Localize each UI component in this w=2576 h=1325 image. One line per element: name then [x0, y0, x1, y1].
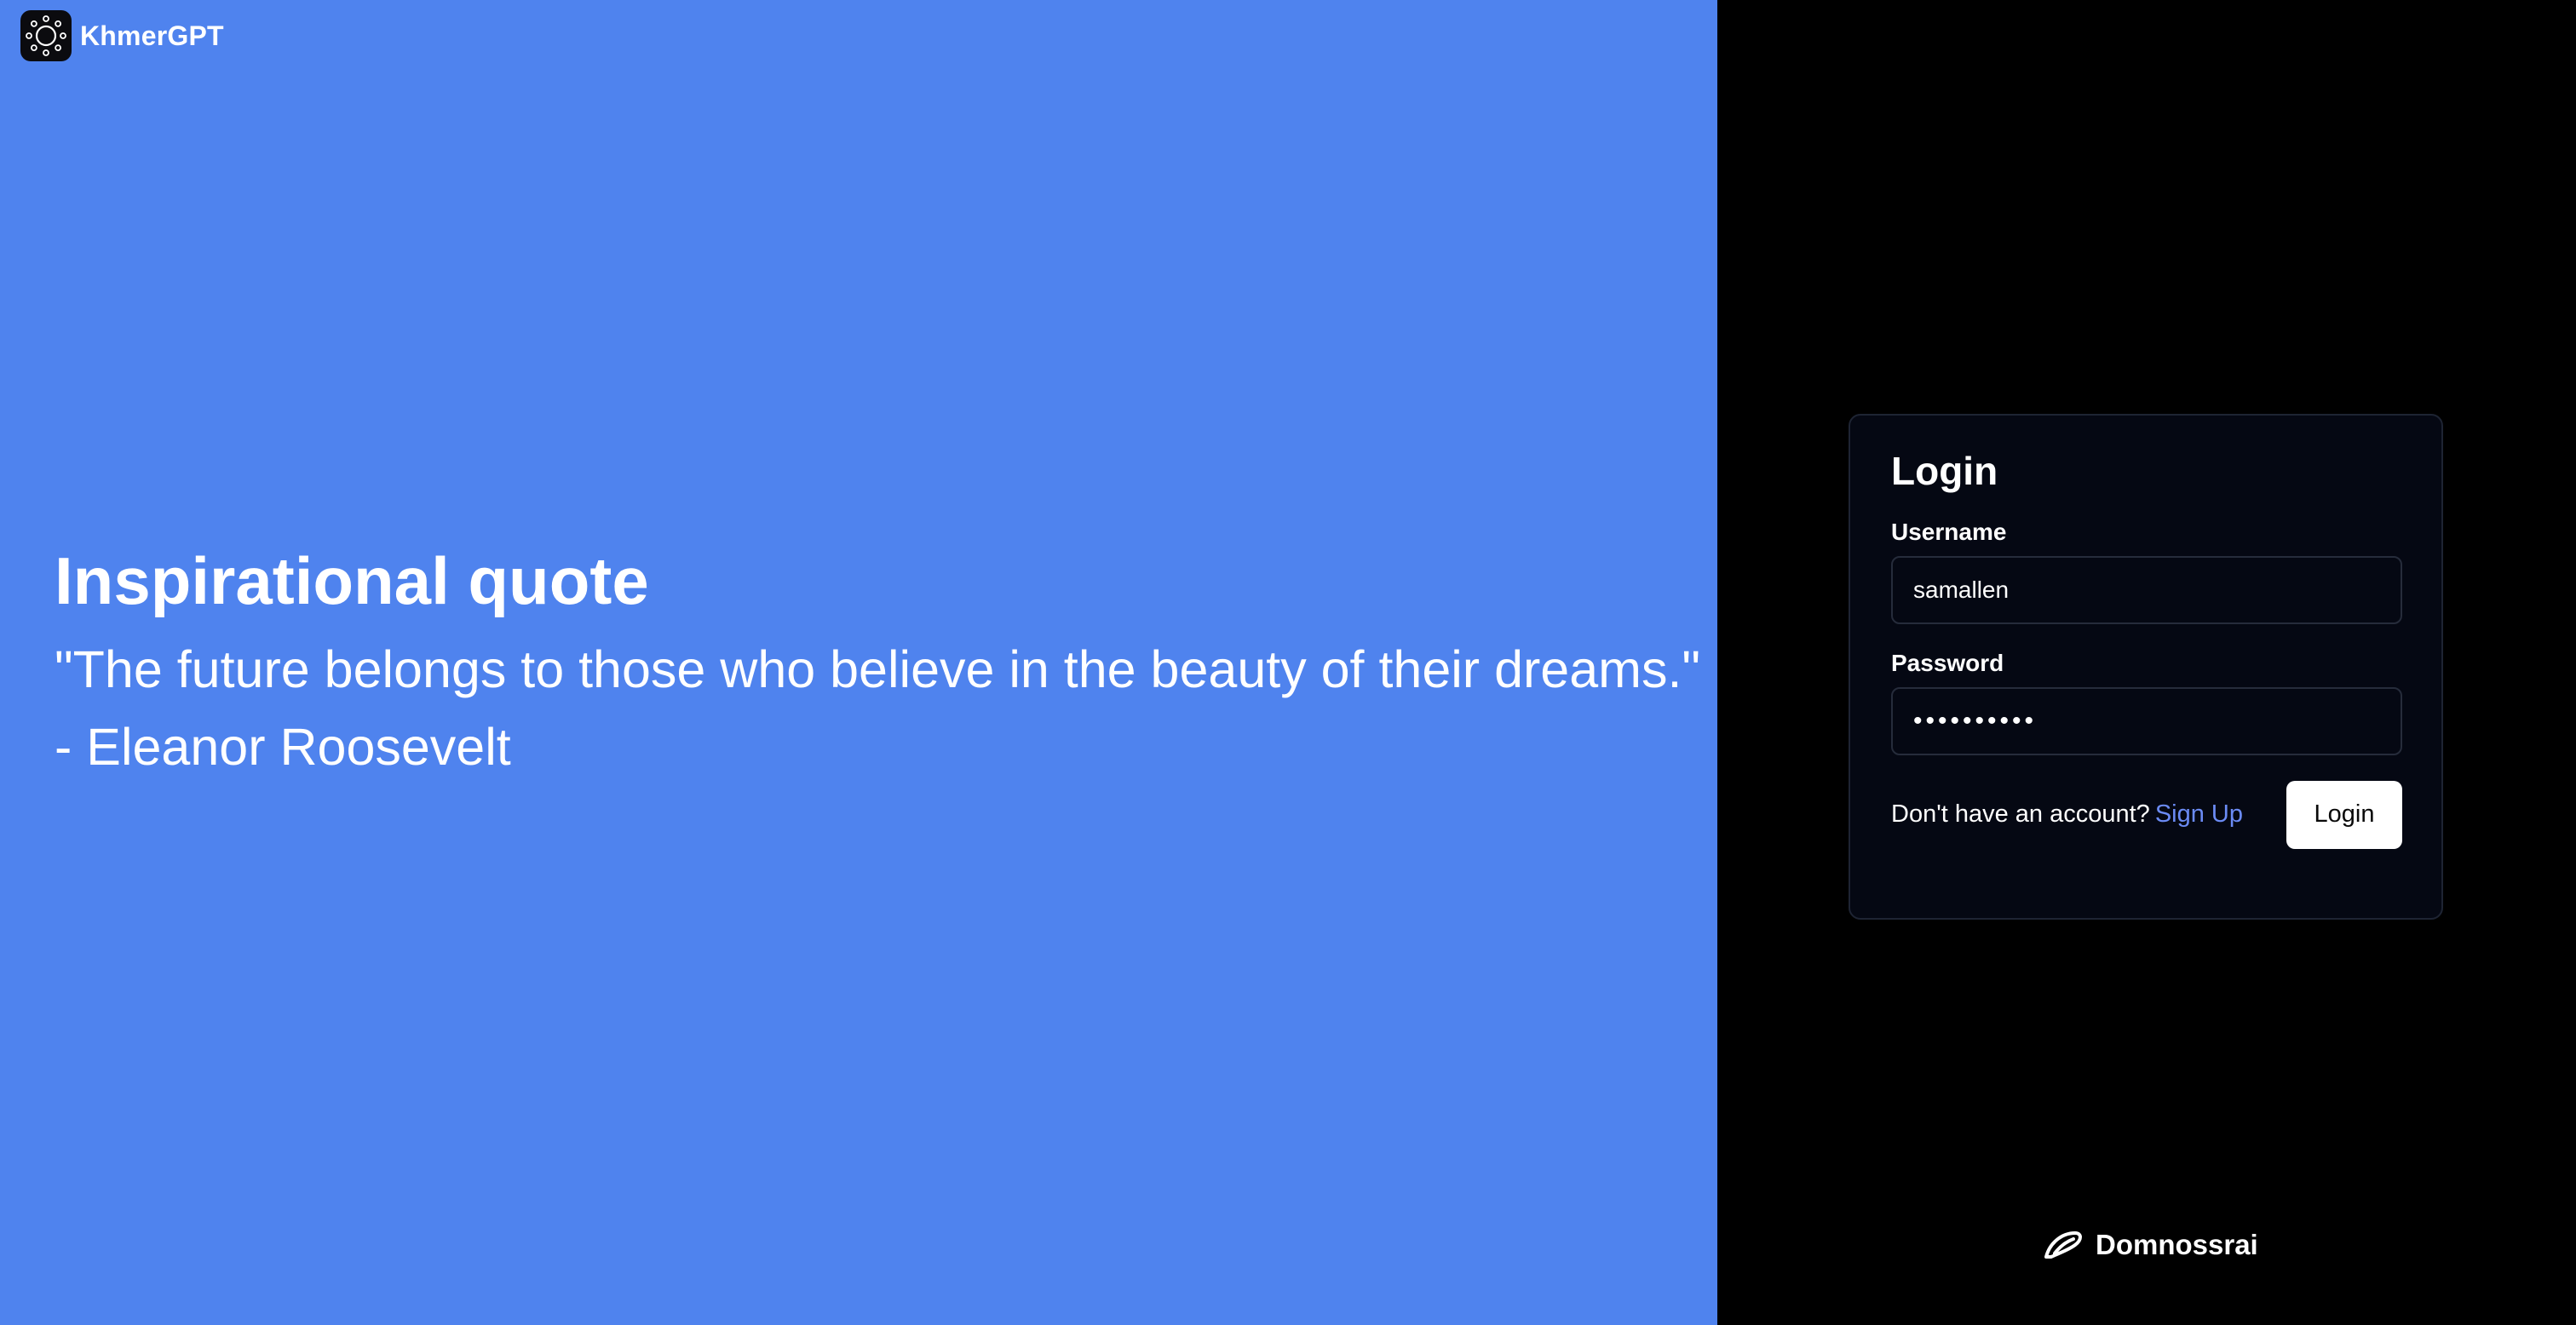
signup-prompt: Don't have an account? Sign Up — [1891, 800, 2243, 829]
login-panel: Login Username samallen Password •••••••… — [1717, 0, 2576, 1325]
brand-name: KhmerGPT — [80, 20, 224, 51]
quote-text: "The future belongs to those who believe… — [55, 640, 1701, 698]
app-root: KhmerGPT Inspirational quote "The future… — [0, 0, 2576, 1325]
company-name: Domnossrai — [2096, 1229, 2258, 1260]
company-footer: Domnossrai — [2043, 1228, 2258, 1262]
login-button[interactable]: Login — [2286, 780, 2402, 849]
username-label: Username — [1891, 518, 2007, 545]
login-card-footer: Don't have an account? Sign Up Login — [1891, 780, 2402, 849]
swoosh-logo-icon — [2044, 1231, 2082, 1259]
signup-link[interactable]: Sign Up — [2155, 800, 2243, 828]
quote-block: Inspirational quote "The future belongs … — [55, 543, 1724, 778]
quote-panel: KhmerGPT Inspirational quote "The future… — [0, 0, 1717, 1325]
login-card: Login Username samallen Password •••••••… — [1849, 414, 2443, 920]
sun-ring-logo-icon — [20, 10, 72, 61]
signup-prompt-text: Don't have an account? — [1891, 800, 2150, 829]
password-label: Password — [1891, 649, 2004, 676]
username-input[interactable]: samallen — [1891, 555, 2402, 624]
brand-header[interactable]: KhmerGPT — [20, 10, 224, 61]
quote-author: - Eleanor Roosevelt — [55, 717, 511, 776]
password-value: •••••••••• — [1913, 706, 2038, 735]
quote-heading: Inspirational quote — [55, 543, 649, 618]
username-value: samallen — [1913, 576, 2010, 603]
login-title: Login — [1891, 449, 1998, 493]
password-input[interactable]: •••••••••• — [1891, 686, 2402, 755]
